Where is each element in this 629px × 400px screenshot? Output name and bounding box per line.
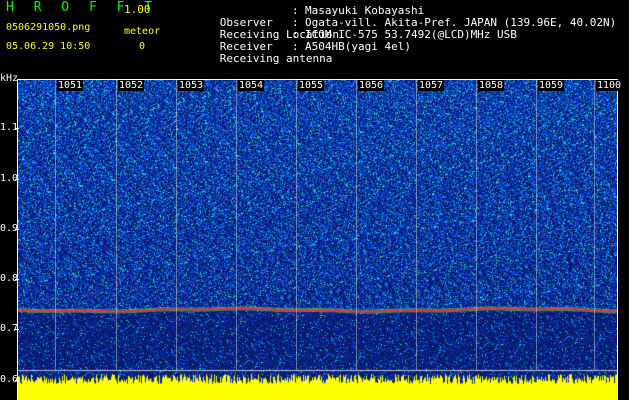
plot-right-border	[617, 79, 618, 400]
y-tick-mark	[15, 380, 19, 381]
spectrogram-canvas	[18, 80, 617, 400]
minute-marker-line	[476, 80, 477, 370]
minute-marker-label: 1055	[298, 80, 325, 91]
minute-marker-label: 1053	[178, 80, 205, 91]
app-version: 1.00	[124, 3, 151, 16]
y-tick-mark	[15, 179, 19, 180]
y-tick-mark	[15, 128, 19, 129]
timestamp: 05.06.29 10:50	[6, 41, 91, 52]
minute-marker-label: 1051	[57, 80, 84, 91]
minute-marker-label: 1057	[418, 80, 445, 91]
y-tick-mark	[15, 229, 19, 230]
y-axis-unit: kHz	[0, 73, 19, 84]
minute-marker-line	[594, 80, 595, 370]
meteor-label: meteor	[124, 26, 161, 37]
minute-marker-label: 1052	[118, 80, 145, 91]
y-tick-mark	[15, 329, 19, 330]
minute-marker-line	[536, 80, 537, 370]
minute-marker-label: 1056	[358, 80, 385, 91]
minute-marker-label: 1058	[478, 80, 505, 91]
minute-marker-line	[296, 80, 297, 370]
minute-marker-line	[236, 80, 237, 370]
y-tick-mark	[15, 279, 19, 280]
file-name: 0506291050.png	[6, 22, 91, 33]
meteor-count: 0	[139, 41, 146, 52]
spectrogram	[18, 80, 617, 400]
info-label: Receiving antenna	[219, 52, 333, 65]
minute-marker-label: 1054	[238, 80, 265, 91]
minute-marker-line	[55, 80, 56, 370]
hrofft-window: H R O F F T 1.00 0506291050.png meteor 0…	[0, 0, 629, 400]
minute-marker-line	[416, 80, 417, 370]
minute-marker-label: 1100	[596, 80, 623, 91]
minute-marker-label: 1059	[538, 80, 565, 91]
minute-marker-line	[356, 80, 357, 370]
minute-marker-line	[116, 80, 117, 370]
minute-marker-line	[176, 80, 177, 370]
info-value: A504HB(yagi 4el)	[305, 40, 411, 53]
info-sep: :	[292, 40, 299, 53]
